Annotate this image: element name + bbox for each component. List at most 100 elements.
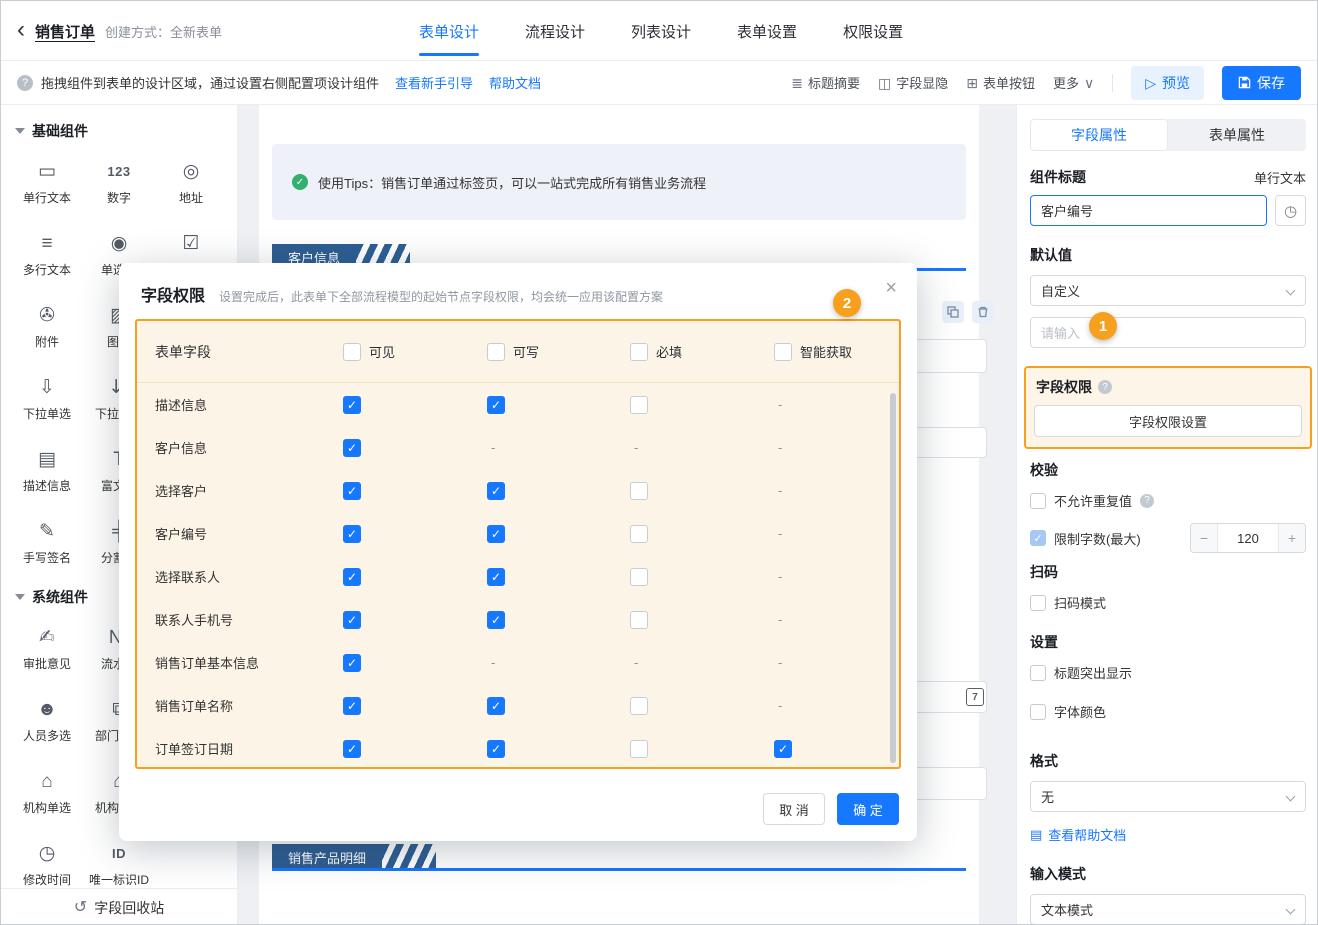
component-item[interactable]: ▭单行文本 — [11, 161, 83, 205]
preview-button[interactable]: ▷预览 — [1131, 66, 1204, 100]
checkbox-checked[interactable] — [487, 525, 505, 543]
more-button[interactable]: 更多∨ — [1053, 73, 1094, 92]
stepper-plus-button[interactable]: + — [1279, 524, 1305, 552]
char-limit-checkbox[interactable] — [1030, 530, 1046, 546]
calendar-icon[interactable]: 7 — [966, 688, 984, 706]
field-history-button[interactable]: ◷ — [1275, 195, 1306, 226]
top-nav-tab[interactable]: 权限设置 — [843, 1, 903, 61]
checkbox-checked[interactable] — [487, 740, 505, 758]
help-icon[interactable]: ? — [17, 75, 33, 91]
format-select[interactable]: 无 — [1030, 781, 1306, 812]
section-system-label: 系统组件 — [32, 587, 88, 607]
tab-form-properties[interactable]: 表单属性 — [1168, 119, 1306, 151]
component-item[interactable]: ☻人员多选 — [11, 699, 83, 743]
column-header-cell: 智能获取 — [774, 342, 899, 361]
checkbox-checked[interactable] — [487, 611, 505, 629]
question-icon[interactable]: ? — [1140, 494, 1154, 508]
section-tab-product-detail[interactable]: 销售产品明细 — [272, 844, 436, 870]
scan-mode-checkbox[interactable] — [1030, 595, 1046, 611]
default-value-input[interactable]: 请输入 — [1030, 317, 1306, 348]
permission-cell — [630, 740, 774, 758]
close-icon[interactable]: × — [885, 278, 897, 298]
single-line-text-icon: ▭ — [38, 161, 56, 183]
checkbox-checked[interactable] — [343, 568, 361, 586]
component-item[interactable]: 123数字 — [83, 161, 155, 205]
checkbox-unchecked[interactable] — [630, 740, 648, 758]
guide-link[interactable]: 查看新手引导 — [395, 73, 473, 92]
select-all-checkbox[interactable] — [630, 343, 648, 361]
question-icon[interactable]: ? — [1098, 380, 1112, 394]
component-item[interactable]: ✍审批意见 — [11, 627, 83, 671]
copy-field-button[interactable] — [942, 301, 964, 323]
component-item[interactable]: ◷修改时间 — [11, 843, 83, 887]
widget-title-input[interactable]: 客户编号 — [1030, 195, 1267, 226]
top-nav-tab[interactable]: 列表设计 — [631, 1, 691, 61]
component-item[interactable]: ✎手写签名 — [11, 521, 83, 565]
help-docs-link[interactable]: ▤ 查看帮助文档 — [1030, 825, 1306, 844]
back-icon[interactable]: ‹ — [17, 18, 25, 42]
save-button[interactable]: 保存 — [1222, 66, 1301, 100]
component-item[interactable]: ID唯一标识ID — [83, 843, 155, 887]
checkbox-unchecked[interactable] — [630, 697, 648, 715]
checkbox-checked[interactable] — [343, 482, 361, 500]
checkbox-checked[interactable] — [343, 396, 361, 414]
checkbox-checked[interactable] — [487, 568, 505, 586]
input-mode-select[interactable]: 文本模式 — [1030, 894, 1306, 925]
permission-cell: - — [487, 655, 630, 670]
checkbox-checked[interactable] — [343, 740, 361, 758]
delete-field-button[interactable] — [972, 301, 994, 323]
cancel-button[interactable]: 取 消 — [763, 793, 825, 825]
confirm-button[interactable]: 确 定 — [837, 793, 899, 825]
component-item[interactable]: ✇附件 — [11, 305, 83, 349]
form-buttons-button[interactable]: ⊞表单按钮 — [966, 73, 1035, 92]
select-all-checkbox[interactable] — [774, 343, 792, 361]
checkbox-unchecked[interactable] — [630, 568, 648, 586]
field-recycle-bin[interactable]: ↺ 字段回收站 — [1, 888, 237, 925]
top-nav-tab[interactable]: 表单设置 — [737, 1, 797, 61]
checkbox-unchecked[interactable] — [630, 482, 648, 500]
form-title[interactable]: 销售订单 — [35, 21, 95, 42]
field-visibility-button[interactable]: ◫字段显隐 — [878, 73, 948, 92]
checkbox-checked[interactable] — [343, 525, 361, 543]
top-nav-tab[interactable]: 流程设计 — [525, 1, 585, 61]
component-label: 唯一标识ID — [89, 871, 149, 888]
checkbox-unchecked[interactable] — [630, 611, 648, 629]
design-toolbar: ? 拖拽组件到表单的设计区域，通过设置右侧配置项设计组件 查看新手引导 帮助文档… — [1, 61, 1317, 105]
checkbox-unchecked[interactable] — [630, 396, 648, 414]
field-permission-settings-button[interactable]: 字段权限设置 — [1034, 405, 1302, 437]
tab-field-properties[interactable]: 字段属性 — [1030, 119, 1168, 151]
docs-link[interactable]: 帮助文档 — [489, 73, 541, 92]
checkbox-checked[interactable] — [343, 611, 361, 629]
not-applicable-dash: - — [778, 397, 782, 412]
component-item[interactable]: ◎地址 — [155, 161, 227, 205]
recycle-label: 字段回收站 — [94, 898, 164, 918]
checkbox-checked[interactable] — [487, 482, 505, 500]
section-basic-components[interactable]: 基础组件 — [1, 105, 237, 141]
checkbox-unchecked[interactable] — [630, 525, 648, 543]
checkbox-checked[interactable] — [343, 439, 361, 457]
component-item[interactable]: ⌂机构单选 — [11, 771, 83, 815]
top-nav-tab[interactable]: 表单设计 — [419, 1, 479, 61]
title-summary-button[interactable]: ≣标题摘要 — [791, 73, 860, 92]
column-header-cell: 可写 — [487, 342, 630, 361]
component-item[interactable]: ▤描述信息 — [11, 449, 83, 493]
stepper-value[interactable]: 120 — [1217, 524, 1279, 552]
checkbox-checked[interactable] — [487, 396, 505, 414]
font-color-label: 字体颜色 — [1054, 702, 1106, 721]
no-duplicate-checkbox[interactable] — [1030, 493, 1046, 509]
app-window: ‹ 销售订单 创建方式：全新表单 表单设计流程设计列表设计表单设置权限设置 ? … — [0, 0, 1318, 925]
component-item[interactable]: ⇩下拉单选 — [11, 377, 83, 421]
checkbox-checked[interactable] — [343, 697, 361, 715]
top-nav-tabs: 表单设计流程设计列表设计表单设置权限设置 — [419, 1, 903, 61]
component-item[interactable]: ≡多行文本 — [11, 233, 83, 277]
stepper-minus-button[interactable]: − — [1191, 524, 1217, 552]
checkbox-checked[interactable] — [343, 654, 361, 672]
font-color-checkbox[interactable] — [1030, 704, 1046, 720]
select-all-checkbox[interactable] — [487, 343, 505, 361]
checkbox-checked[interactable] — [487, 697, 505, 715]
title-highlight-checkbox[interactable] — [1030, 665, 1046, 681]
default-value-select[interactable]: 自定义 — [1030, 275, 1306, 306]
select-all-checkbox[interactable] — [343, 343, 361, 361]
checkbox-checked[interactable] — [774, 740, 792, 758]
table-scrollbar[interactable] — [890, 393, 896, 763]
